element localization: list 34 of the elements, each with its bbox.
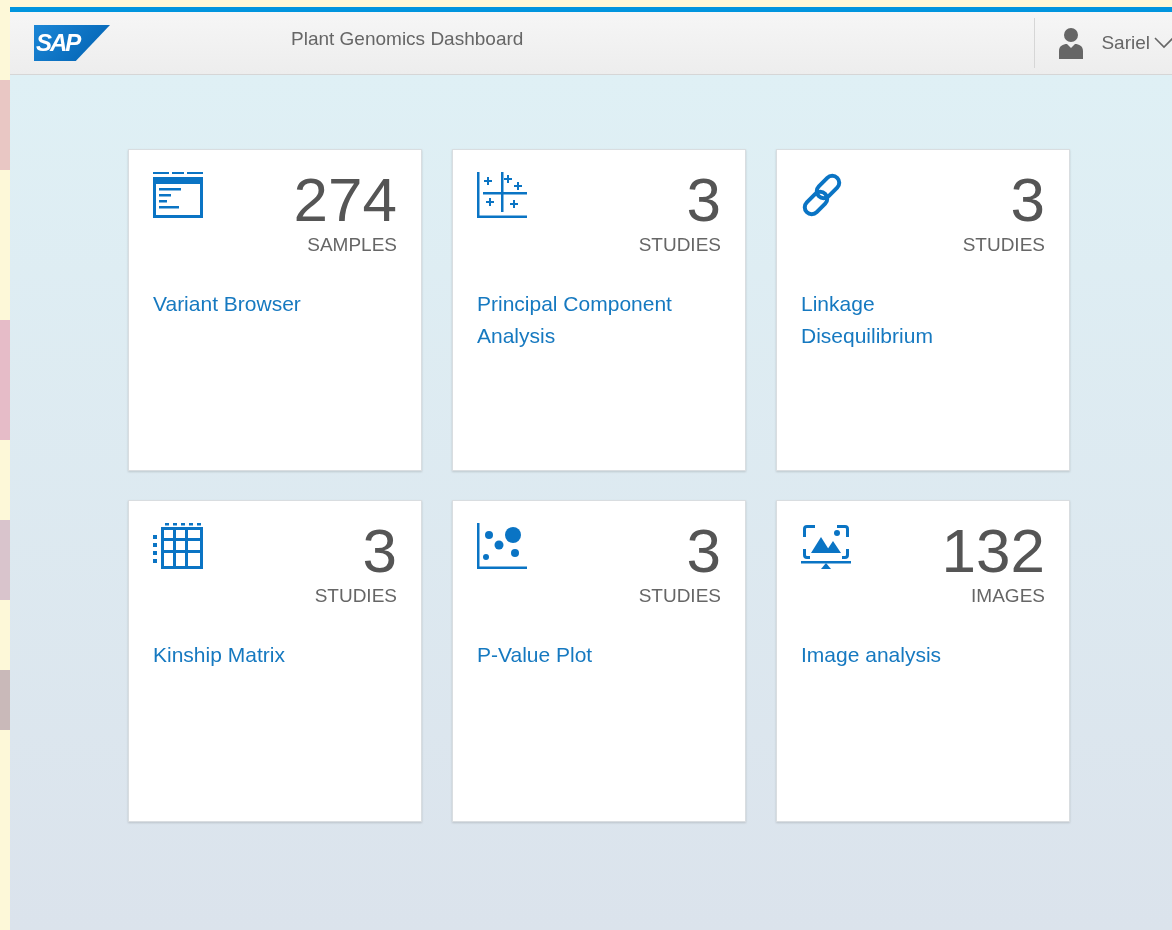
tile-title: Linkage Disequilibrium [801, 291, 934, 349]
tile-title: P-Value Plot [477, 642, 594, 668]
user-name[interactable]: Sariel [1101, 32, 1150, 54]
tile-unit: STUDIES [638, 234, 721, 256]
chevron-down-icon[interactable] [1154, 37, 1172, 49]
app-tile[interactable]: 3 STUDIES Linkage Disequilibrium [776, 149, 1070, 471]
tile-title: Kinship Matrix [153, 642, 286, 668]
grid-icon [153, 523, 203, 569]
tile-count: 3 [686, 521, 721, 581]
app-tile[interactable]: 3 STUDIES Kinship Matrix [128, 500, 422, 822]
plus-chart-icon [477, 172, 527, 218]
tile-count: 274 [293, 170, 397, 230]
tile-count: 3 [362, 521, 397, 581]
tile-unit: IMAGES [971, 585, 1045, 607]
browser-window-icon [153, 172, 203, 218]
tile-title: Image analysis [801, 642, 943, 668]
tile-title: Variant Browser [153, 291, 302, 317]
tile-count: 3 [686, 170, 721, 230]
sap-logo[interactable]: SAP [34, 25, 110, 61]
tile-count: 132 [941, 521, 1045, 581]
app-tile[interactable]: 274 SAMPLES Variant Browser [128, 149, 422, 471]
user-icon[interactable] [1057, 27, 1086, 59]
tile-count: 3 [1010, 170, 1045, 230]
app-tile[interactable]: 3 STUDIES Principal Component Analysis [452, 149, 746, 471]
tile-unit: SAMPLES [307, 234, 397, 256]
tile-title: Principal Component Analysis [477, 291, 673, 349]
tile-unit: STUDIES [962, 234, 1045, 256]
tile-unit: STUDIES [314, 585, 397, 607]
tile-unit: STUDIES [638, 585, 721, 607]
app-title: Plant Genomics Dashboard [291, 28, 524, 50]
app-tile[interactable]: 3 STUDIES P-Value Plot [452, 500, 746, 822]
scatter-chart-icon [477, 523, 527, 569]
app-tile[interactable]: 132 IMAGES Image analysis [776, 500, 1070, 822]
image-scan-icon [801, 523, 851, 569]
